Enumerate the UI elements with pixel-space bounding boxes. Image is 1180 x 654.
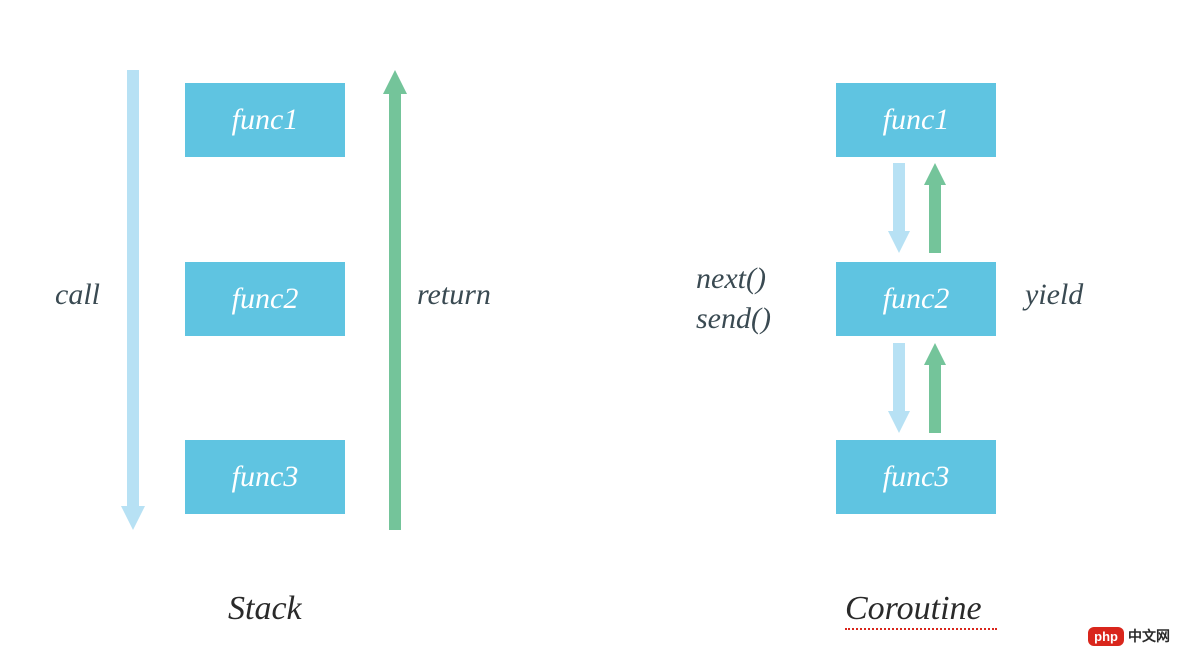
stack-call-label: call — [55, 278, 100, 312]
coroutine-up-arrow-1-icon — [922, 163, 948, 253]
stack-box-func1: func1 — [185, 83, 345, 157]
watermark-text: 中文网 — [1128, 626, 1170, 646]
stack-box-func3: func3 — [185, 440, 345, 514]
coroutine-down-arrow-1-icon — [886, 163, 912, 253]
stack-box-func2: func2 — [185, 262, 345, 336]
coroutine-up-arrow-2-icon — [922, 343, 948, 433]
stack-title: Stack — [228, 590, 302, 628]
stack-box-label: func2 — [232, 282, 299, 316]
watermark-badge: php — [1088, 627, 1124, 646]
coroutine-box-label: func3 — [883, 460, 950, 494]
stack-call-arrow-icon — [118, 70, 148, 530]
coroutine-yield-label: yield — [1025, 278, 1083, 312]
diagram-container: func1 func2 func3 call return Stack func… — [0, 0, 1180, 654]
coroutine-box-func3: func3 — [836, 440, 996, 514]
stack-return-label: return — [417, 278, 491, 312]
stack-return-arrow-icon — [380, 70, 410, 530]
coroutine-title: Coroutine — [845, 590, 982, 628]
coroutine-box-func1: func1 — [836, 83, 996, 157]
coroutine-box-label: func1 — [883, 103, 950, 137]
stack-box-label: func3 — [232, 460, 299, 494]
coroutine-box-label: func2 — [883, 282, 950, 316]
stack-box-label: func1 — [232, 103, 299, 137]
coroutine-next-label: next() — [696, 262, 766, 296]
coroutine-box-func2: func2 — [836, 262, 996, 336]
watermark: php 中文网 — [1088, 626, 1170, 646]
coroutine-down-arrow-2-icon — [886, 343, 912, 433]
coroutine-underline-icon — [845, 628, 997, 630]
coroutine-send-label: send() — [696, 302, 771, 336]
